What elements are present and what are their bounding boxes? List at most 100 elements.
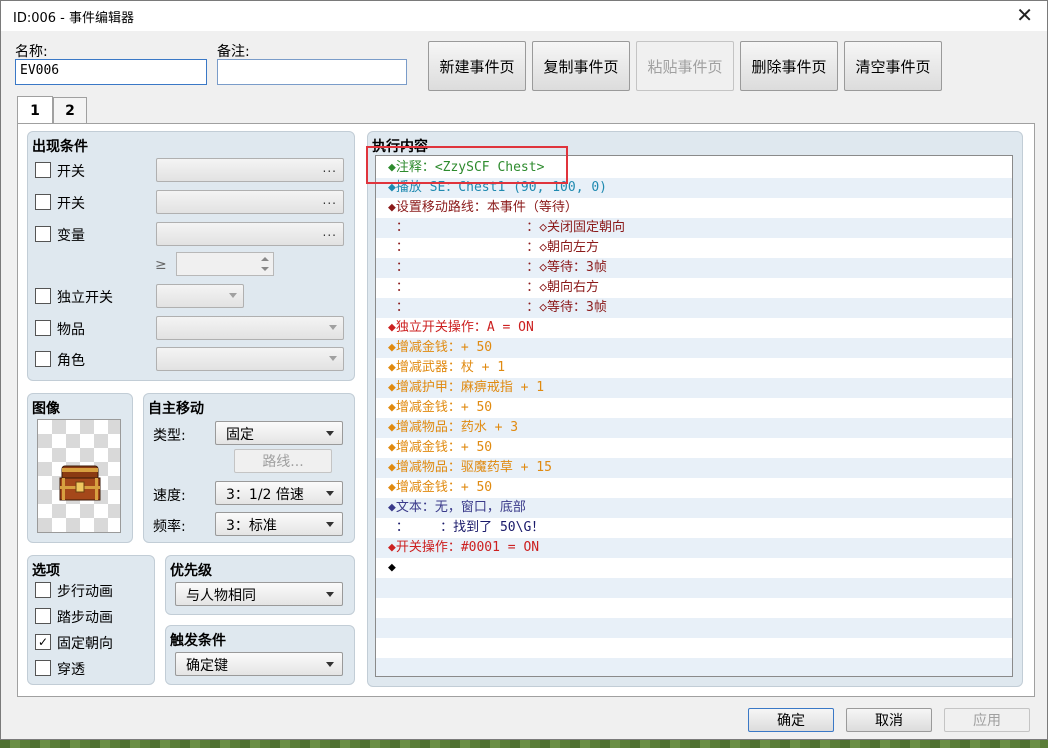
command-row[interactable]: ◆增减物品：药水 + 3 bbox=[376, 418, 1012, 438]
command-row[interactable]: ： ：◇关闭固定朝向 bbox=[376, 218, 1012, 238]
tab-page-1[interactable]: 1 bbox=[17, 96, 53, 124]
actor-select[interactable] bbox=[156, 347, 344, 371]
chevron-down-icon bbox=[326, 522, 334, 527]
through-checkbox[interactable] bbox=[35, 660, 51, 676]
priority-title: 优先级 bbox=[170, 563, 212, 579]
chevron-down-icon bbox=[326, 592, 334, 597]
stepping-anim-checkbox[interactable] bbox=[35, 608, 51, 624]
ellipsis-icon: ... bbox=[322, 225, 337, 239]
item-select[interactable] bbox=[156, 316, 344, 340]
command-list[interactable]: ◆注释：<ZzySCF Chest> ◆播放 SE：Chest1 (90, 100… bbox=[375, 155, 1013, 677]
copy-page-button[interactable]: 复制事件页 bbox=[532, 41, 630, 91]
trigger-title: 触发条件 bbox=[170, 633, 226, 649]
through-label: 穿透 bbox=[57, 662, 85, 678]
speed-label: 速度: bbox=[153, 488, 186, 504]
command-row[interactable]: ◆独立开关操作：A = ON bbox=[376, 318, 1012, 338]
variable-value-spinner[interactable] bbox=[176, 252, 274, 276]
name-input[interactable]: EV006 bbox=[15, 59, 207, 85]
variable-checkbox[interactable] bbox=[35, 226, 51, 242]
move-type-select[interactable]: 固定 bbox=[215, 421, 343, 445]
command-row[interactable]: ◆ bbox=[376, 558, 1012, 578]
trigger-select[interactable]: 确定键 bbox=[175, 652, 343, 676]
command-row[interactable]: ◆增减金钱：+ 50 bbox=[376, 338, 1012, 358]
checkmark-icon: ✓ bbox=[37, 635, 49, 649]
direction-fix-checkbox[interactable]: ✓ bbox=[35, 634, 51, 650]
chevron-down-icon bbox=[326, 491, 334, 496]
command-row[interactable]: ◆增减金钱：+ 50 bbox=[376, 398, 1012, 418]
command-row[interactable]: ： ：◇等待：3帧 bbox=[376, 298, 1012, 318]
spin-down-icon[interactable] bbox=[261, 267, 269, 271]
item-label: 物品 bbox=[57, 322, 85, 338]
actor-label: 角色 bbox=[57, 353, 85, 369]
command-row[interactable]: ◆增减金钱：+ 50 bbox=[376, 438, 1012, 458]
actor-checkbox[interactable] bbox=[35, 351, 51, 367]
switch1-label: 开关 bbox=[57, 164, 85, 180]
chevron-down-icon bbox=[326, 431, 334, 436]
speed-select[interactable]: 3：1/2 倍速 bbox=[215, 481, 343, 505]
direction-fix-label: 固定朝向 bbox=[57, 636, 113, 652]
event-editor-window: ID:006 - 事件编辑器 ✕ 名称: EV006 备注: 新建事件页 复制事… bbox=[0, 0, 1048, 740]
options-title: 选项 bbox=[32, 563, 60, 579]
chevron-down-icon bbox=[329, 356, 337, 361]
delete-page-button[interactable]: 删除事件页 bbox=[740, 41, 838, 91]
item-checkbox[interactable] bbox=[35, 320, 51, 336]
switch1-field[interactable]: ... bbox=[156, 158, 344, 182]
new-page-button[interactable]: 新建事件页 bbox=[428, 41, 526, 91]
frequency-value: 3：标准 bbox=[226, 518, 277, 534]
walking-anim-checkbox[interactable] bbox=[35, 582, 51, 598]
image-title: 图像 bbox=[32, 401, 60, 417]
empty-command-row[interactable] bbox=[376, 578, 1012, 598]
name-label: 名称: bbox=[15, 44, 48, 60]
stepping-anim-label: 踏步动画 bbox=[57, 610, 113, 626]
chevron-down-icon bbox=[326, 662, 334, 667]
self-switch-select[interactable] bbox=[156, 284, 244, 308]
clear-page-button[interactable]: 清空事件页 bbox=[844, 41, 942, 91]
conditions-title: 出现条件 bbox=[32, 139, 88, 155]
command-row[interactable]: ◆设置移动路线：本事件（等待） bbox=[376, 198, 1012, 218]
annotation-highlight-box bbox=[366, 146, 568, 184]
priority-select[interactable]: 与人物相同 bbox=[175, 582, 343, 606]
command-row[interactable]: ◆开关操作：#0001 = ON bbox=[376, 538, 1012, 558]
self-switch-label: 独立开关 bbox=[57, 290, 113, 306]
close-icon[interactable]: ✕ bbox=[1016, 5, 1033, 25]
command-row[interactable]: ： ：找到了 50\G！ bbox=[376, 518, 1012, 538]
note-input[interactable] bbox=[217, 59, 407, 85]
priority-value: 与人物相同 bbox=[186, 588, 256, 604]
command-row[interactable]: ◆增减护甲：麻痹戒指 + 1 bbox=[376, 378, 1012, 398]
command-row[interactable]: ◆增减武器：杖 + 1 bbox=[376, 358, 1012, 378]
command-row[interactable]: ◆文本：无，窗口，底部 bbox=[376, 498, 1012, 518]
spin-up-icon[interactable] bbox=[261, 257, 269, 261]
frequency-label: 频率: bbox=[153, 519, 186, 535]
window-title: ID:006 - 事件编辑器 bbox=[13, 10, 134, 26]
self-switch-checkbox[interactable] bbox=[35, 288, 51, 304]
chevron-down-icon bbox=[229, 293, 237, 298]
chevron-down-icon bbox=[329, 325, 337, 330]
switch2-field[interactable]: ... bbox=[156, 190, 344, 214]
event-image-preview[interactable] bbox=[37, 419, 121, 533]
frequency-select[interactable]: 3：标准 bbox=[215, 512, 343, 536]
apply-button[interactable]: 应用 bbox=[944, 708, 1030, 732]
move-type-label: 类型: bbox=[153, 428, 186, 444]
cancel-button[interactable]: 取消 bbox=[846, 708, 932, 732]
empty-command-row[interactable] bbox=[376, 618, 1012, 638]
command-row[interactable]: ： ：◇朝向右方 bbox=[376, 278, 1012, 298]
empty-command-row[interactable] bbox=[376, 638, 1012, 658]
command-row[interactable]: ： ：◇等待：3帧 bbox=[376, 258, 1012, 278]
command-row[interactable]: ◆增减金钱：+ 50 bbox=[376, 478, 1012, 498]
paste-page-button[interactable]: 粘贴事件页 bbox=[636, 41, 734, 91]
empty-command-row[interactable] bbox=[376, 658, 1012, 676]
switch1-checkbox[interactable] bbox=[35, 162, 51, 178]
title-bar: ID:006 - 事件编辑器 ✕ bbox=[1, 1, 1047, 31]
tab-page-2[interactable]: 2 bbox=[53, 97, 87, 123]
note-label: 备注: bbox=[217, 44, 250, 60]
switch2-checkbox[interactable] bbox=[35, 194, 51, 210]
ok-button[interactable]: 确定 bbox=[748, 708, 834, 732]
walking-anim-label: 步行动画 bbox=[57, 584, 113, 600]
empty-command-row[interactable] bbox=[376, 598, 1012, 618]
ellipsis-icon: ... bbox=[322, 193, 337, 207]
autonomous-title: 自主移动 bbox=[148, 401, 204, 417]
route-button[interactable]: 路线... bbox=[234, 449, 332, 473]
command-row[interactable]: ： ：◇朝向左方 bbox=[376, 238, 1012, 258]
command-row[interactable]: ◆增减物品：驱魔药草 + 15 bbox=[376, 458, 1012, 478]
variable-field[interactable]: ... bbox=[156, 222, 344, 246]
